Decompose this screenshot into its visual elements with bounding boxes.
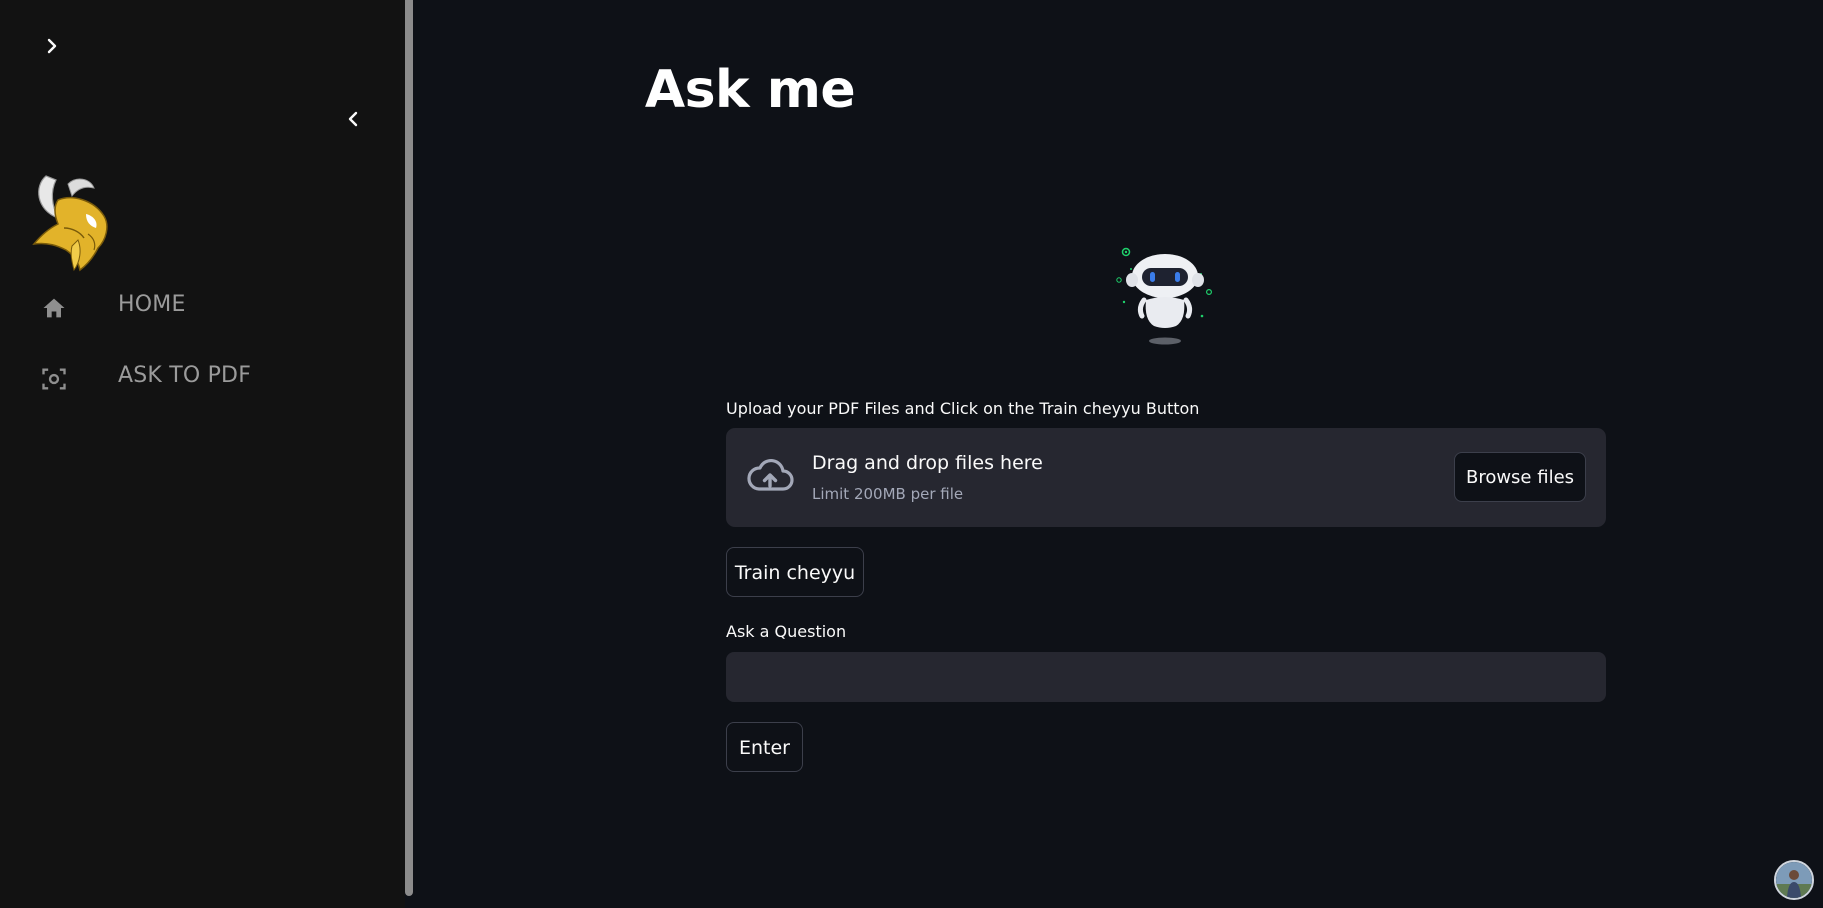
- browse-files-button[interactable]: Browse files: [1454, 452, 1586, 502]
- avatar[interactable]: [1774, 860, 1814, 900]
- file-size-limit: Limit 200MB per file: [812, 485, 964, 503]
- sidebar-item-home[interactable]: HOME: [0, 276, 405, 336]
- vikings-logo: [32, 175, 108, 272]
- sidebar: HOME ASK TO PDF: [0, 0, 405, 908]
- train-button[interactable]: Train cheyyu: [726, 547, 864, 597]
- enter-button[interactable]: Enter: [726, 722, 803, 772]
- question-label: Ask a Question: [726, 622, 847, 641]
- sidebar-item-label: HOME: [118, 292, 186, 317]
- sidebar-item-label: ASK TO PDF: [118, 363, 252, 388]
- dropzone-instructions: Drag and drop files here: [812, 452, 1043, 474]
- avatar-image: [1776, 862, 1812, 898]
- scan-icon: [42, 368, 66, 390]
- cloud-upload-icon: [747, 458, 794, 491]
- upload-label: Upload your PDF Files and Click on the T…: [726, 399, 1200, 418]
- home-icon: [43, 298, 65, 318]
- file-dropzone[interactable]: Drag and drop files here Limit 200MB per…: [726, 428, 1606, 527]
- chevron-right-icon[interactable]: [42, 36, 62, 56]
- page-title: Ask me: [644, 60, 856, 120]
- robot-illustration: [1116, 247, 1212, 345]
- sidebar-item-ask-to-pdf[interactable]: ASK TO PDF: [0, 347, 405, 407]
- question-input[interactable]: [726, 652, 1606, 702]
- sidebar-resize-handle[interactable]: [405, 0, 413, 896]
